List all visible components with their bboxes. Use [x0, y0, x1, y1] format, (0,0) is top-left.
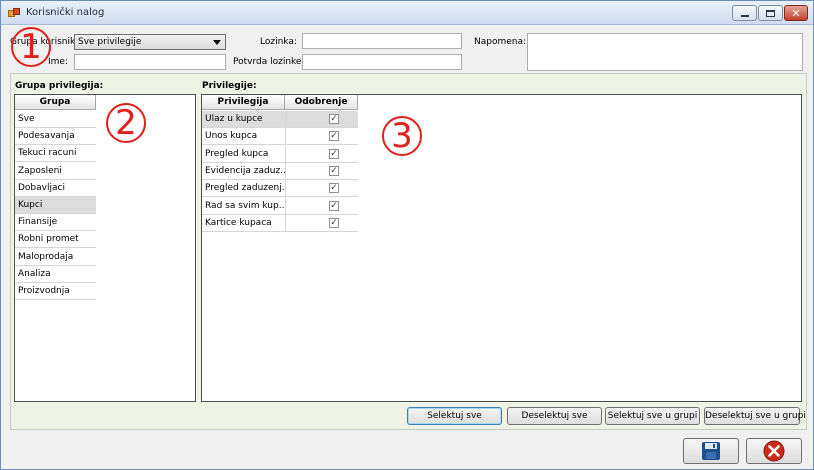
- privilege-row[interactable]: Kartice kupaca: [202, 215, 285, 232]
- group-row[interactable]: Dobavljaci: [15, 180, 96, 197]
- privilege-row[interactable]: Unos kupca: [202, 128, 285, 146]
- privilege-row[interactable]: Pregled kupca: [202, 146, 285, 163]
- approval-cell: ✓: [285, 162, 358, 180]
- save-button[interactable]: [683, 438, 739, 464]
- privilege-row[interactable]: Rad sa svim kup...: [202, 198, 285, 215]
- approval-cell: ✓: [285, 180, 358, 198]
- approval-cell: ✓: [285, 111, 358, 128]
- deselect-all-group-button[interactable]: Deselektuj sve u grupi: [704, 407, 806, 425]
- minimize-button[interactable]: [732, 5, 757, 21]
- app-icon: [8, 8, 20, 18]
- close-button[interactable]: ✕: [784, 5, 808, 21]
- group-row[interactable]: Robni promet: [15, 231, 96, 249]
- grupa-column-header[interactable]: Grupa: [15, 95, 96, 110]
- select-all-group-button[interactable]: Selektuj sve u grupi: [605, 407, 700, 425]
- deselect-all-button[interactable]: Deselektuj sve: [507, 407, 602, 425]
- approval-checkbox[interactable]: ✓: [329, 183, 339, 194]
- cancel-x-icon: [763, 440, 785, 462]
- approval-checkbox[interactable]: ✓: [329, 131, 339, 142]
- group-row[interactable]: Proizvodnja: [15, 283, 96, 300]
- approval-checkbox[interactable]: ✓: [329, 165, 339, 176]
- callout-1: 1: [11, 27, 51, 67]
- approval-checkbox[interactable]: ✓: [329, 148, 339, 159]
- select-all-button[interactable]: Selektuj sve: [407, 407, 502, 425]
- chevron-down-icon: [213, 40, 221, 45]
- privilegije-title: Privilegije:: [202, 81, 257, 91]
- privilege-row[interactable]: Ulaz u kupce: [202, 111, 285, 128]
- title-bar: Korisnički nalog ✕: [1, 1, 813, 25]
- group-row[interactable]: Tekuci racuni: [15, 145, 96, 163]
- lozinka-label: Lozinka:: [260, 37, 297, 47]
- close-icon: ✕: [791, 6, 801, 20]
- group-row[interactable]: Maloprodaja: [15, 249, 96, 266]
- maximize-icon: [766, 9, 775, 17]
- potvrda-lozinke-label: Potvrda lozinke:: [233, 57, 305, 67]
- approval-cell: ✓: [285, 128, 358, 146]
- approval-checkbox[interactable]: ✓: [329, 114, 339, 124]
- window: Korisnički nalog ✕ Grupa korisnika: Sve …: [0, 0, 814, 470]
- napomena-textarea[interactable]: [527, 33, 803, 71]
- window-title: Korisnički nalog: [26, 7, 105, 18]
- callout-3: 3: [382, 116, 422, 156]
- callout-2: 2: [106, 103, 146, 143]
- approval-checkbox[interactable]: ✓: [329, 200, 339, 211]
- privilegija-column-header[interactable]: Privilegija: [202, 95, 285, 110]
- privilege-row[interactable]: Evidencija zaduz...: [202, 163, 285, 180]
- odobrenje-column-header[interactable]: Odobrenje: [285, 95, 358, 110]
- privileges-grid: Privilegija Odobrenje Ulaz u kupce ✓ Unos …: [201, 94, 802, 402]
- maximize-button[interactable]: [758, 5, 783, 21]
- potvrda-lozinke-input[interactable]: [302, 54, 462, 70]
- ime-input[interactable]: [74, 54, 226, 70]
- group-row[interactable]: Podesavanja: [15, 128, 96, 146]
- group-row[interactable]: Analiza: [15, 266, 96, 283]
- approval-cell: ✓: [285, 145, 358, 163]
- group-row[interactable]: Sve: [15, 111, 96, 128]
- approval-cell: ✓: [285, 197, 358, 215]
- groups-grid: Grupa Sve Podesavanja Tekuci racuni Zaposle…: [14, 94, 196, 402]
- group-row[interactable]: Zaposleni: [15, 163, 96, 180]
- approval-checkbox[interactable]: ✓: [329, 217, 339, 228]
- ime-label: Ime:: [48, 57, 68, 67]
- napomena-label: Napomena:: [474, 37, 527, 47]
- floppy-disk-icon: [702, 442, 720, 460]
- grupa-korisnika-value: Sve privilegije: [78, 37, 142, 47]
- cancel-button[interactable]: [746, 438, 802, 464]
- group-row[interactable]: Kupci: [15, 197, 96, 214]
- approval-cell: ✓: [285, 214, 358, 232]
- minimize-icon: [740, 15, 749, 17]
- privilege-row[interactable]: Pregled zaduzenj...: [202, 180, 285, 198]
- group-row[interactable]: Finansije: [15, 214, 96, 232]
- grupa-korisnika-select[interactable]: Sve privilegije: [74, 34, 226, 50]
- grupa-privilegija-title: Grupa privilegija:: [15, 81, 104, 91]
- lozinka-input[interactable]: [302, 33, 462, 49]
